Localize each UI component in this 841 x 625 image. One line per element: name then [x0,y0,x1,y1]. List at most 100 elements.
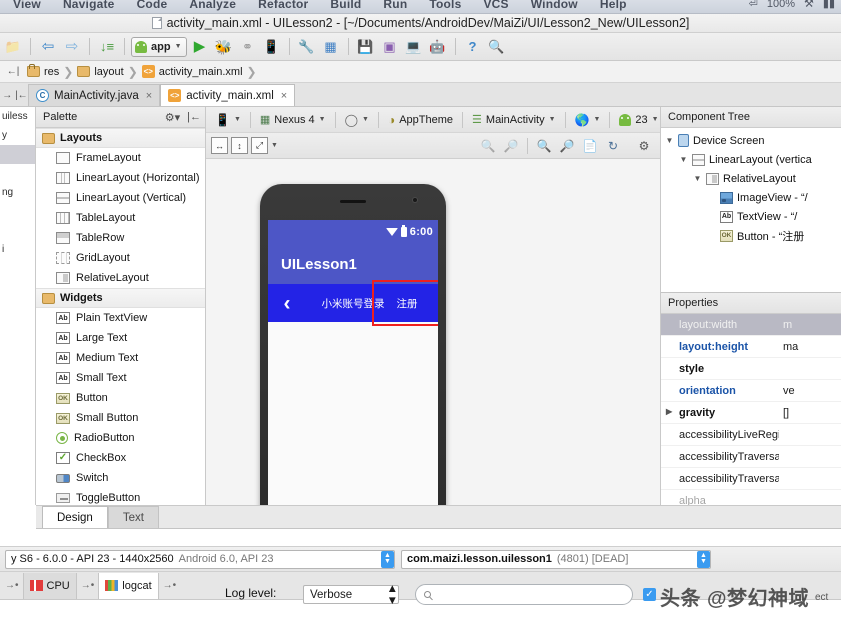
palette-item-relativelayout[interactable]: RelativeLayout [36,268,205,288]
palette-item-togglebutton[interactable]: ToggleButton [36,488,205,505]
menu-item-tools[interactable]: Tools [418,0,472,11]
project-tree-sliver[interactable]: uiless y ng i [0,107,36,505]
tab-text[interactable]: Text [107,506,159,528]
property-value[interactable]: [] [779,407,841,419]
tree-node-linearlayout[interactable]: ▼ LinearLayout (vertica [661,150,841,169]
property-row-layout-height[interactable]: layout:height ma [661,336,841,358]
project-row[interactable] [0,221,35,240]
pin-icon[interactable]: →• [159,580,181,591]
property-value[interactable]: m [779,319,841,331]
project-row-selected[interactable] [0,145,35,164]
forward-arrow-icon[interactable]: ⇨ [61,36,83,58]
back-chevron-icon[interactable]: ‹ [268,293,306,314]
menu-item-code[interactable]: Code [126,0,179,11]
menu-item-analyze[interactable]: Analyze [178,0,247,11]
layout-inspector-icon[interactable]: ▣ [379,36,401,58]
orientation-selector[interactable]: 📱 ▼ [211,110,245,130]
palette-item-linearlayout-vertical[interactable]: LinearLayout (Vertical) [36,188,205,208]
project-row[interactable]: ng [0,183,35,202]
menu-item-build[interactable]: Build [319,0,372,11]
chevron-updown-icon[interactable]: ▲ ▼ [387,583,398,607]
avd-manager-icon[interactable]: ▦ [320,36,342,58]
property-value[interactable]: ve [779,385,841,397]
menu-item-navigate[interactable]: Navigate [52,0,126,11]
palette-group-layouts[interactable]: Layouts [36,128,205,148]
palette-item-radiobutton[interactable]: RadioButton [36,428,205,448]
property-row-accessibility-live-region[interactable]: accessibilityLiveRegion [661,424,841,446]
api-level-selector[interactable]: 23 ▼ [615,110,662,130]
zoom-out-all-icon[interactable]: 🔍 [478,137,498,155]
menu-item-vcs[interactable]: VCS [472,0,519,11]
bug-icon[interactable]: 🔍 [486,36,508,58]
palette-item-checkbox[interactable]: ✓ CheckBox [36,448,205,468]
project-row[interactable]: y [0,126,35,145]
refresh-icon[interactable]: ↻ [603,137,623,155]
palette-item-tablelayout[interactable]: TableLayout [36,208,205,228]
activity-selector[interactable]: ☰ MainActivity ▼ [468,110,560,130]
monitor-icon[interactable]: 💻 [403,36,425,58]
process-combo[interactable]: com.maizi.lesson.uilesson1 (4801) [DEAD]… [401,549,711,569]
palette-item-tablerow[interactable]: TableRow [36,228,205,248]
logcat-search-input[interactable] [415,584,633,605]
bottom-tab-cpu[interactable]: CPU [22,572,77,599]
palette-item-button[interactable]: OK Button [36,388,205,408]
bottom-tab-logcat[interactable]: logcat [98,572,159,599]
stop-icon[interactable]: ⚭ [237,36,259,58]
palette-item-framelayout[interactable]: FrameLayout [36,148,205,168]
collapse-panel-icon[interactable]: ←| [2,61,24,83]
menu-item-run[interactable]: Run [372,0,418,11]
palette-group-widgets[interactable]: Widgets [36,288,205,308]
chevron-updown-icon[interactable]: ▲ ▼ [381,550,394,568]
menu-item-view[interactable]: View [2,0,52,11]
collapse-all-icon[interactable]: |← [187,111,201,123]
help-icon[interactable]: ? [462,36,484,58]
tree-node-imageview[interactable]: ImageView - “/ [661,188,841,207]
breadcrumb-item-layout[interactable]: layout [74,66,126,78]
theme-selector[interactable]: ◑ AppTheme [384,110,457,130]
debug-icon[interactable]: 🐝 [213,36,235,58]
device-screen[interactable]: 6:00 UILesson1 ‹ 小米账号登录 注册 [268,220,438,505]
open-icon[interactable]: 📁 [2,36,24,58]
project-row[interactable] [0,164,35,183]
fit-width-icon[interactable]: ↔ [211,137,228,154]
property-row-orientation[interactable]: orientation ve [661,380,841,402]
device-selector[interactable]: ▦ Nexus 4 ▼ [256,110,330,130]
project-row[interactable]: i [0,240,35,259]
property-row-layout-width[interactable]: layout:width m [661,314,841,336]
log-level-select[interactable]: Verbose ▲ ▼ [303,583,399,607]
tab-gutter-icons[interactable]: → |← [2,84,28,106]
input-source-icon[interactable]: ⏎ [749,0,758,10]
property-value[interactable]: ma [779,341,841,353]
close-icon[interactable]: × [281,90,287,102]
zoom-in-icon[interactable]: 🔍 [534,137,554,155]
property-row-gravity[interactable]: ▶ gravity [] [661,402,841,424]
design-canvas[interactable]: 6:00 UILesson1 ‹ 小米账号登录 注册 [206,159,660,505]
tab-design[interactable]: Design [42,506,108,528]
bluetooth-icon[interactable]: ⚒ [804,0,814,10]
chevron-updown-icon[interactable]: ▲ ▼ [697,550,710,568]
breadcrumb-item-file[interactable]: <> activity_main.xml [139,65,246,78]
twisty-icon[interactable]: ▼ [693,174,702,183]
api-selector[interactable]: ◯ ▼ [341,110,373,130]
tree-node-button[interactable]: OK Button - “注册 [661,226,841,245]
property-row-style[interactable]: style [661,358,841,380]
expand-icon[interactable]: ▶ [666,407,672,416]
project-row[interactable] [0,202,35,221]
gear-icon[interactable]: ⚙▾ [165,111,180,124]
palette-item-small-button[interactable]: OK Small Button [36,408,205,428]
menu-item-window[interactable]: Window [520,0,589,11]
project-row[interactable]: uiless [0,107,35,126]
fit-height-icon[interactable]: ↕ [231,137,248,154]
register-button[interactable]: 注册 [372,280,438,326]
sdk-manager-icon[interactable]: 🔧 [296,36,318,58]
close-icon[interactable]: × [146,90,152,102]
palette-item-switch[interactable]: Switch [36,468,205,488]
sync-icon[interactable]: ↓≡ [96,36,118,58]
preview-content-area[interactable] [268,322,438,505]
zoom-out-icon[interactable]: 🔎 [557,137,577,155]
screenshot-icon[interactable]: 📄 [580,137,600,155]
palette-item-linearlayout-horizontal[interactable]: LinearLayout (Horizontal) [36,168,205,188]
device-combo[interactable]: y S6 - 6.0.0 - API 23 - 1440x2560 Androi… [5,549,395,569]
tree-node-relativelayout[interactable]: ▼ RelativeLayout [661,169,841,188]
editor-tab-mainactivity[interactable]: C MainActivity.java × [28,84,161,106]
